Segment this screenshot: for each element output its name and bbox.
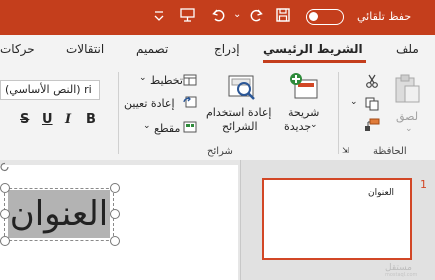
layout-icon[interactable] xyxy=(183,74,197,86)
italic-button[interactable]: I xyxy=(65,112,71,127)
resize-handle[interactable] xyxy=(0,209,10,219)
underline-button[interactable]: U xyxy=(42,112,53,127)
clipboard-group-label: الحافظة xyxy=(373,146,407,157)
copy-icon[interactable] xyxy=(365,97,379,111)
resize-handle[interactable] xyxy=(110,209,120,219)
redo-icon[interactable] xyxy=(250,8,264,22)
paste-icon[interactable] xyxy=(393,74,421,104)
format-painter-icon[interactable] xyxy=(364,118,380,132)
layout-dropdown-icon[interactable]: ⌄ xyxy=(139,73,147,83)
active-tab-underline xyxy=(263,60,366,63)
tab-transitions[interactable]: انتقالات xyxy=(66,42,104,56)
group-separator xyxy=(338,72,339,154)
rotate-handle-icon[interactable] xyxy=(0,162,10,172)
autosave-label: حفظ تلقائي xyxy=(357,10,412,23)
cut-icon[interactable] xyxy=(366,74,378,88)
customize-toolbar-icon[interactable] xyxy=(154,10,164,22)
tab-insert[interactable]: إدراج xyxy=(214,42,240,56)
paste-button[interactable]: لصق xyxy=(396,110,418,123)
present-from-start-icon[interactable] xyxy=(180,8,195,22)
save-icon[interactable] xyxy=(276,8,290,22)
slide-thumbnail-title: العنوان xyxy=(368,188,395,198)
autosave-toggle[interactable] xyxy=(306,9,344,25)
resize-handle[interactable] xyxy=(0,236,10,246)
clipboard-launcher-icon[interactable]: ⇲ xyxy=(342,146,349,155)
tab-file[interactable]: ملف xyxy=(396,42,419,56)
new-slide-icon[interactable] xyxy=(289,72,319,102)
paste-dropdown-icon[interactable]: ⌄ xyxy=(405,124,413,134)
new-slide-label[interactable]: شريحة xyxy=(288,106,319,119)
resize-handle[interactable] xyxy=(110,236,120,246)
section-button[interactable]: مقطع xyxy=(154,122,180,135)
reset-icon[interactable] xyxy=(183,96,197,108)
strikethrough-button[interactable]: S xyxy=(20,112,29,127)
watermark-url: mostaql.com xyxy=(385,272,418,278)
group-separator xyxy=(118,72,119,154)
new-slide-dropdown-icon[interactable]: ⌄ xyxy=(310,120,318,130)
slide-number: 1 xyxy=(420,178,427,191)
chevron-down-icon[interactable]: ⌄ xyxy=(233,10,241,20)
bold-button[interactable]: B xyxy=(86,112,96,127)
tab-design[interactable]: تصميم xyxy=(136,42,168,56)
tab-home[interactable]: الشريط الرئيسي xyxy=(263,42,363,56)
resize-handle[interactable] xyxy=(110,183,120,193)
slides-group-label: شرائح xyxy=(207,146,233,157)
new-slide-label-2[interactable]: جديدة xyxy=(284,120,311,133)
section-icon[interactable] xyxy=(183,121,197,133)
copy-dropdown-icon[interactable]: ⌄ xyxy=(350,97,358,107)
reuse-slides-label-2[interactable]: الشرائح xyxy=(222,120,258,133)
reuse-slides-label[interactable]: إعادة استخدام xyxy=(206,106,271,119)
resize-handle[interactable] xyxy=(0,183,10,193)
undo-icon[interactable] xyxy=(211,8,225,22)
reset-button[interactable]: إعادة تعيين xyxy=(124,97,175,110)
section-dropdown-icon[interactable]: ⌄ xyxy=(143,121,151,131)
font-name-field[interactable]: (النص الأساسي) ri xyxy=(0,80,100,100)
layout-button[interactable]: تخطيط xyxy=(150,74,183,87)
tab-animations[interactable]: حركات xyxy=(0,42,35,56)
title-placeholder-text[interactable]: العنوان xyxy=(8,190,110,238)
toggle-knob xyxy=(309,12,318,21)
reuse-slides-icon[interactable] xyxy=(226,72,258,102)
